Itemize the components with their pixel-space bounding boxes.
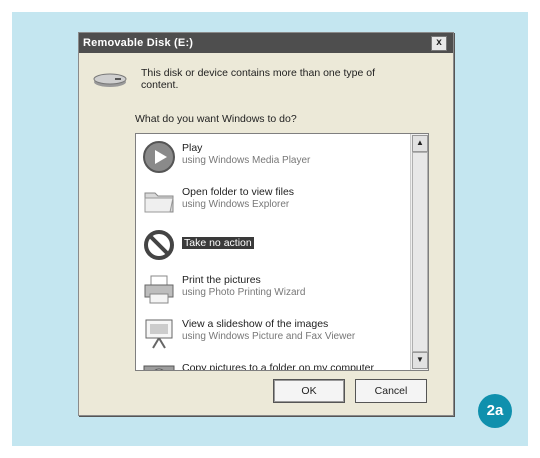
dialog-message: This disk or device contains more than o… bbox=[141, 67, 376, 91]
step-badge: 2a bbox=[478, 394, 512, 428]
action-sub: using Windows Media Player bbox=[182, 155, 311, 166]
list-item-print-pictures[interactable]: Print the pictures using Photo Printing … bbox=[136, 268, 408, 312]
action-sub: using Windows Explorer bbox=[182, 199, 290, 210]
dialog-title: Removable Disk (E:) bbox=[83, 37, 194, 49]
dialog-question: What do you want Windows to do? bbox=[135, 113, 297, 125]
list-item-take-no-action[interactable]: Take no action bbox=[136, 224, 408, 268]
title-bar: Removable Disk (E:) x bbox=[79, 33, 453, 53]
action-name: Play bbox=[182, 142, 203, 154]
slideshow-icon bbox=[145, 319, 173, 349]
folder-icon bbox=[144, 192, 174, 213]
list-item-open-folder[interactable]: Open folder to view files using Windows … bbox=[136, 180, 408, 224]
scrollbar-thumb[interactable] bbox=[412, 152, 428, 352]
no-action-icon bbox=[144, 230, 174, 260]
autoplay-dialog: Removable Disk (E:) x This disk or devic… bbox=[78, 32, 454, 416]
ok-button[interactable]: OK bbox=[273, 379, 345, 403]
list-item-view-slideshow[interactable]: View a slideshow of the images using Win… bbox=[136, 312, 408, 356]
action-name: View a slideshow of the images bbox=[182, 318, 329, 330]
vertical-scrollbar[interactable]: ▲ ▼ bbox=[410, 134, 428, 370]
action-sub: using Windows Picture and Fax Viewer bbox=[182, 331, 356, 342]
action-list[interactable]: Play using Windows Media Player Open fol… bbox=[135, 133, 429, 371]
play-icon bbox=[143, 141, 175, 173]
action-name: Take no action bbox=[182, 237, 254, 249]
camera-icon bbox=[143, 365, 175, 370]
cancel-button[interactable]: Cancel bbox=[355, 379, 427, 403]
list-item-play[interactable]: Play using Windows Media Player bbox=[136, 136, 408, 180]
close-button[interactable]: x bbox=[431, 36, 447, 51]
removable-disk-icon bbox=[93, 73, 127, 87]
list-item-copy-pictures[interactable]: Copy pictures to a folder on my computer bbox=[136, 356, 408, 371]
scroll-up-arrow-icon[interactable]: ▲ bbox=[412, 135, 428, 152]
action-name: Print the pictures bbox=[182, 274, 261, 286]
action-sub: using Photo Printing Wizard bbox=[182, 287, 306, 298]
printer-icon bbox=[144, 275, 174, 304]
scroll-down-arrow-icon[interactable]: ▼ bbox=[412, 352, 428, 369]
action-name: Open folder to view files bbox=[182, 186, 295, 198]
action-name: Copy pictures to a folder on my computer bbox=[182, 362, 375, 371]
